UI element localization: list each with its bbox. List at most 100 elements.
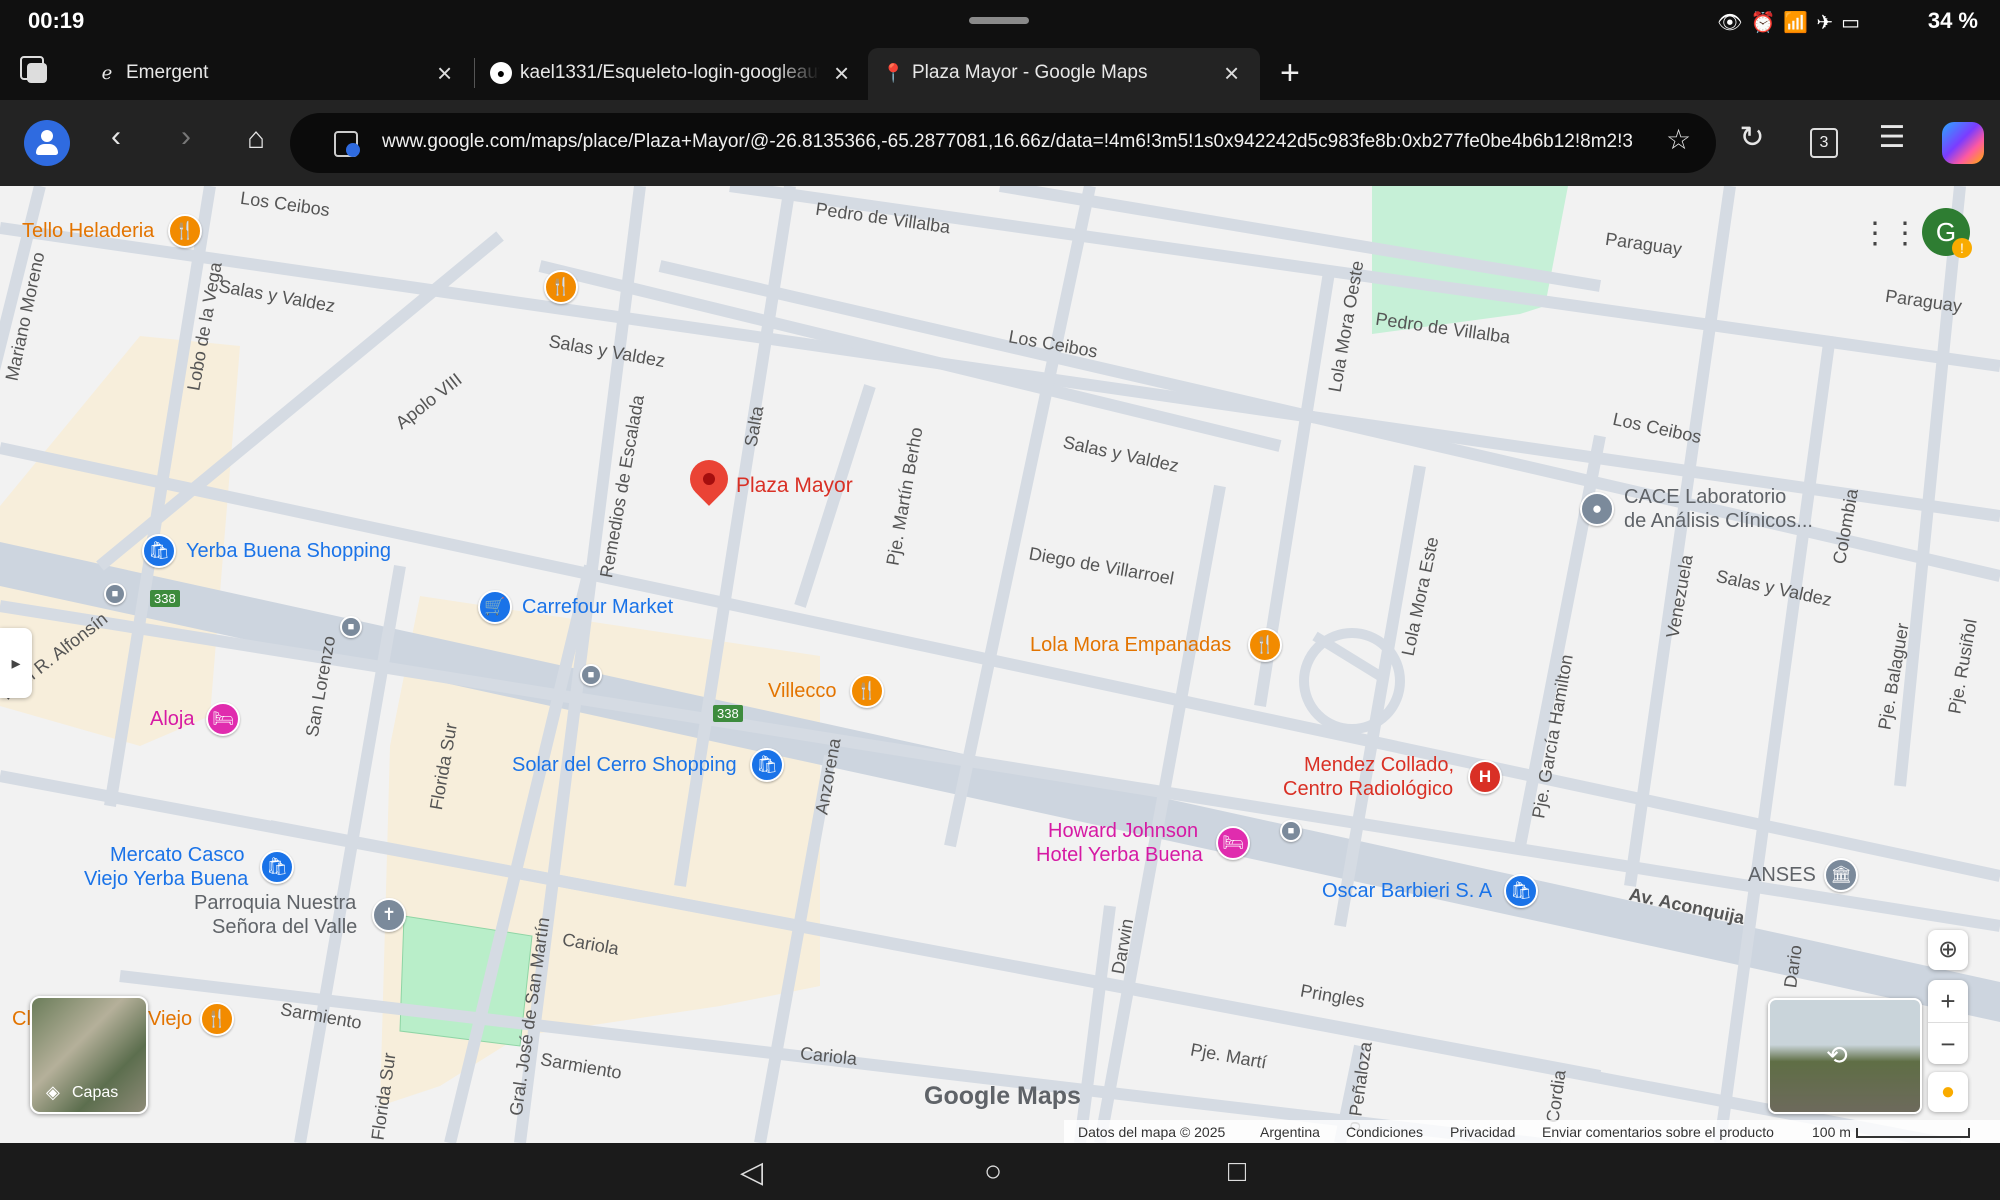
poi-label[interactable]: Oscar Barbieri S. A bbox=[1322, 880, 1492, 903]
poi-label[interactable]: Solar del Cerro Shopping bbox=[512, 754, 737, 777]
bus-stop-icon[interactable]: ■ bbox=[1280, 820, 1302, 842]
home-icon[interactable]: ⌂ bbox=[236, 122, 276, 156]
place-icon[interactable]: ● bbox=[1580, 492, 1614, 526]
bus-stop-icon[interactable]: ■ bbox=[104, 583, 126, 605]
route-shield: 338 bbox=[150, 590, 180, 607]
poi-label[interactable]: Howard Johnson bbox=[1048, 820, 1198, 843]
side-panel-toggle-icon[interactable]: ▸ bbox=[0, 628, 32, 698]
cart-icon[interactable]: 🛒 bbox=[478, 590, 512, 624]
street-view-preview[interactable]: ⟲ bbox=[1768, 998, 1922, 1114]
poi-label[interactable]: Tello Heladeria bbox=[22, 220, 154, 243]
zoom-in-icon[interactable]: + bbox=[1928, 980, 1968, 1022]
scale-bar bbox=[1856, 1128, 1970, 1138]
poi-label[interactable]: Cl bbox=[12, 1008, 31, 1031]
github-icon: ● bbox=[490, 62, 512, 84]
tab-switcher-icon[interactable] bbox=[20, 56, 48, 84]
restaurant-icon[interactable]: 🍴 bbox=[1248, 628, 1282, 662]
terms-link[interactable]: Condiciones bbox=[1346, 1124, 1423, 1140]
account-avatar[interactable]: G ! bbox=[1922, 208, 1972, 258]
feedback-link[interactable]: Enviar comentarios sobre el producto bbox=[1542, 1124, 1774, 1140]
address-bar[interactable]: www.google.com/maps/place/Plaza+Mayor/@-… bbox=[290, 113, 1716, 173]
church-icon[interactable]: ✝ bbox=[372, 898, 406, 932]
shopping-icon[interactable]: 🛍 bbox=[260, 850, 294, 884]
shopping-icon[interactable]: 🛍 bbox=[142, 534, 176, 568]
poi-label[interactable]: CACE Laboratorio bbox=[1624, 486, 1786, 509]
poi-label[interactable]: Señora del Valle bbox=[212, 916, 357, 939]
close-tab-icon[interactable]: × bbox=[834, 58, 849, 89]
country-link[interactable]: Argentina bbox=[1260, 1124, 1320, 1140]
poi-label[interactable]: Mercato Casco bbox=[110, 844, 245, 867]
zoom-controls: + − bbox=[1928, 980, 1968, 1064]
hotel-icon[interactable]: 🛏 bbox=[1216, 826, 1250, 860]
tab-count: 3 bbox=[1819, 134, 1829, 151]
restaurant-icon[interactable]: 🍴 bbox=[850, 674, 884, 708]
tab-github[interactable]: ● kael1331/Esqueleto-login-googleauth × bbox=[476, 48, 866, 100]
menu-icon[interactable]: ☰ bbox=[1872, 120, 1912, 155]
tab-bar: ℯ Emergent × ● kael1331/Esqueleto-login-… bbox=[0, 44, 2000, 100]
poi-label[interactable]: ANSES bbox=[1748, 864, 1816, 887]
layers-icon: ◈ bbox=[46, 1082, 60, 1102]
bookmark-star-icon[interactable]: ☆ bbox=[1666, 123, 1691, 156]
poi-label[interactable]: Carrefour Market bbox=[522, 596, 673, 619]
reload-icon[interactable]: ↻ bbox=[1732, 120, 1772, 155]
poi-label[interactable]: Parroquia Nuestra bbox=[194, 892, 356, 915]
map-data-credit: Datos del mapa © 2025 bbox=[1078, 1124, 1226, 1140]
forward-icon[interactable]: › bbox=[166, 120, 206, 154]
selected-place-label[interactable]: Plaza Mayor bbox=[736, 474, 853, 498]
poi-label[interactable]: Mendez Collado, bbox=[1304, 754, 1454, 777]
drag-handle[interactable] bbox=[969, 17, 1029, 24]
hotel-icon[interactable]: 🛏 bbox=[206, 702, 240, 736]
battery-icon: ▭ bbox=[1841, 12, 1868, 34]
scale-label[interactable]: 100 m bbox=[1812, 1124, 1851, 1140]
poi-label[interactable]: de Análisis Clínicos... bbox=[1624, 510, 1813, 533]
tab-emergent[interactable]: ℯ Emergent × bbox=[82, 48, 472, 100]
layers-button[interactable]: ◈ Capas bbox=[30, 996, 148, 1114]
shopping-icon[interactable]: 🛍 bbox=[1504, 874, 1538, 908]
wifi-icon: 📶 bbox=[1783, 12, 1817, 34]
zoom-out-icon[interactable]: − bbox=[1928, 1022, 1968, 1065]
new-tab-icon[interactable]: + bbox=[1280, 54, 1300, 93]
layers-label: Capas bbox=[72, 1084, 119, 1101]
bus-stop-icon[interactable]: ■ bbox=[340, 616, 362, 638]
pegman-icon[interactable]: ● bbox=[1928, 1072, 1968, 1112]
tab-label: Plaza Mayor - Google Maps bbox=[912, 62, 1148, 83]
system-nav-bar: ◁ ○ □ bbox=[0, 1143, 2000, 1200]
copilot-icon[interactable] bbox=[1942, 122, 1984, 164]
battery-percent: 34 % bbox=[1927, 8, 1978, 33]
poi-label[interactable]: Centro Radiológico bbox=[1283, 778, 1453, 801]
warning-badge-icon: ! bbox=[1952, 238, 1972, 258]
map-canvas[interactable]: Los Ceibos Pedro de Villalba Paraguay Pa… bbox=[0, 186, 2000, 1143]
poi-label[interactable]: Villecco bbox=[768, 680, 837, 703]
close-tab-icon[interactable]: × bbox=[437, 58, 452, 89]
restaurant-icon[interactable]: 🍴 bbox=[168, 214, 202, 248]
shopping-icon[interactable]: 🛍 bbox=[750, 748, 784, 782]
google-maps-logo: Google Maps bbox=[924, 1082, 1081, 1110]
emergent-icon: ℯ bbox=[101, 63, 113, 83]
close-tab-icon[interactable]: × bbox=[1224, 58, 1239, 89]
government-icon[interactable]: 🏛 bbox=[1824, 858, 1858, 892]
google-apps-icon[interactable]: ⋮⋮ bbox=[1860, 216, 1920, 251]
browser-toolbar: ‹ › ⌂ www.google.com/maps/place/Plaza+Ma… bbox=[0, 100, 2000, 186]
bus-stop-icon[interactable]: ■ bbox=[580, 664, 602, 686]
nav-back-icon[interactable]: ◁ bbox=[740, 1155, 763, 1190]
nav-recents-icon[interactable]: □ bbox=[1228, 1155, 1246, 1189]
poi-label[interactable]: Viejo bbox=[148, 1008, 192, 1031]
airplane-icon: ✈ bbox=[1816, 12, 1842, 34]
nav-home-icon[interactable]: ○ bbox=[984, 1155, 1002, 1189]
url-text[interactable]: www.google.com/maps/place/Plaza+Mayor/@-… bbox=[382, 131, 1632, 153]
profile-avatar-icon[interactable] bbox=[24, 120, 70, 166]
privacy-link[interactable]: Privacidad bbox=[1450, 1124, 1515, 1140]
poi-label[interactable]: Lola Mora Empanadas bbox=[1030, 634, 1231, 657]
rotate-360-icon: ⟲ bbox=[1826, 1040, 1848, 1070]
poi-label[interactable]: Viejo Yerba Buena bbox=[84, 868, 248, 891]
tab-google-maps[interactable]: 📍 Plaza Mayor - Google Maps × bbox=[868, 48, 1260, 100]
hospital-icon[interactable]: H bbox=[1468, 760, 1502, 794]
restaurant-icon[interactable]: 🍴 bbox=[544, 270, 578, 304]
back-icon[interactable]: ‹ bbox=[96, 120, 136, 154]
poi-label[interactable]: Yerba Buena Shopping bbox=[186, 540, 391, 563]
my-location-icon[interactable]: ⊕ bbox=[1928, 930, 1968, 970]
poi-label[interactable]: Aloja bbox=[150, 708, 194, 731]
poi-label[interactable]: Hotel Yerba Buena bbox=[1036, 844, 1203, 867]
tab-count-button[interactable]: 3 bbox=[1810, 128, 1838, 158]
restaurant-icon[interactable]: 🍴 bbox=[200, 1002, 234, 1036]
